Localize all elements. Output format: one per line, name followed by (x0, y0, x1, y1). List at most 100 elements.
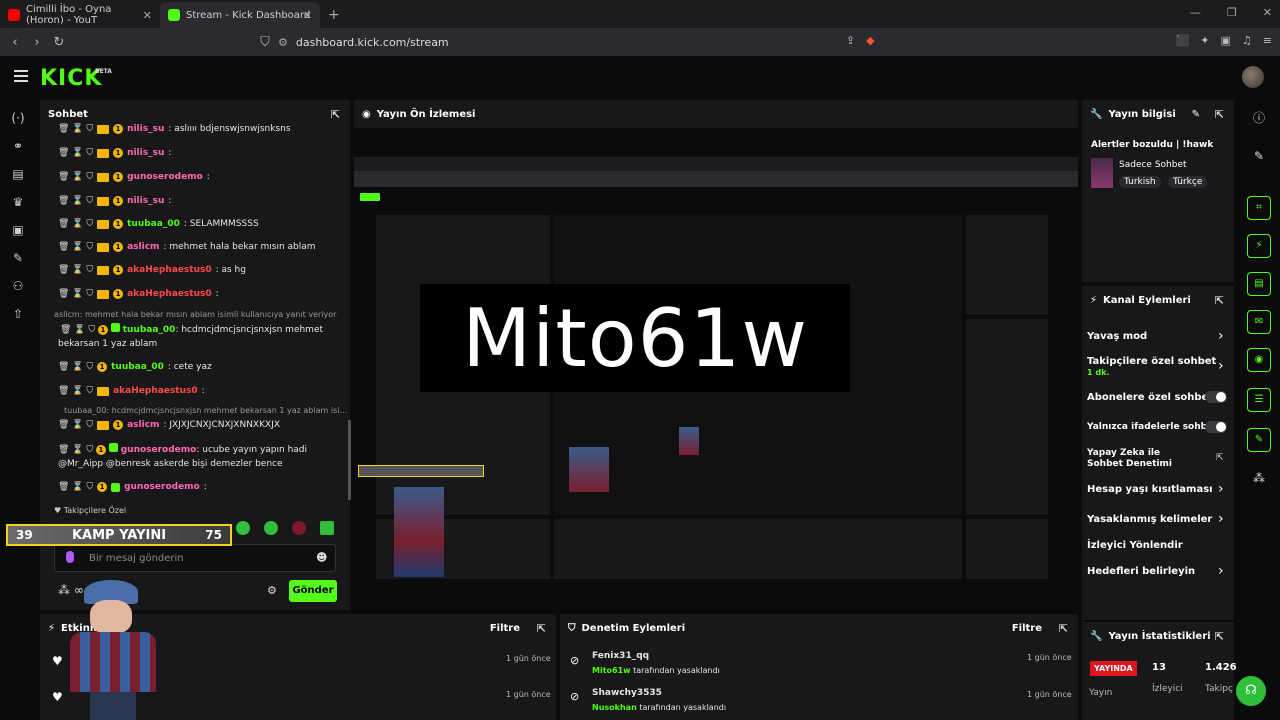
moderation-user[interactable]: Fenix31_qq (592, 651, 649, 661)
support-chat-icon[interactable]: ☊ (1236, 676, 1266, 706)
analytics-icon[interactable]: ▤ (0, 160, 36, 188)
link-icon[interactable]: ⚭ (0, 132, 36, 160)
chat-username[interactable]: nilis_su (127, 124, 164, 134)
new-tab-button[interactable]: + (320, 2, 348, 28)
popout-icon[interactable]: ⇱ (1215, 630, 1224, 643)
upload-icon[interactable]: ⇧ (0, 300, 36, 328)
puzzle-icon[interactable]: ✦ (1200, 34, 1209, 47)
reply-context: tuubaa_00: hcdmcjdmcjsncjsnxjsn mehmet b… (64, 406, 348, 415)
users-icon[interactable]: ⚇ (0, 272, 36, 300)
moderation-header: ⛉ Denetim Eylemleri Filtre ⇱ (560, 614, 1078, 642)
popout-icon[interactable]: ⇱ (331, 108, 340, 121)
banned-words-item[interactable]: Yasaklanmış kelimeler (1087, 514, 1212, 525)
bolt-icon[interactable]: ⚡ (1247, 234, 1271, 258)
site-info-icon[interactable]: ⚙ (278, 36, 288, 49)
chat-username[interactable]: aslicm (127, 242, 159, 252)
close-window-icon[interactable]: ✕ (1263, 6, 1272, 19)
message-mod-icons[interactable]: 🗑 ⌛ ⛉ (58, 265, 93, 275)
message-mod-icons[interactable]: 🗑 ⌛ ⛉ (58, 289, 93, 299)
chat-message: 🗑 ⌛ ⛉ 1 aslicm: JXJXJCNXJCNXJXNNXKXJX (58, 420, 280, 430)
chat-text: : mehmet hala bekar mısın ablam (163, 242, 316, 252)
account-age-item[interactable]: Hesap yaşı kısıtlaması (1087, 484, 1213, 495)
filter-button[interactable]: Filtre (1012, 623, 1042, 634)
brave-shield-icon[interactable]: ◆ (866, 34, 874, 47)
chat-message: 🗑 ⌛ ⛉ 1 gunoserodemo: ucube yayın yapın … (58, 443, 308, 469)
message-mod-icons[interactable]: 🗑 ⌛ ⛉ (58, 219, 93, 229)
popout-icon[interactable]: ⇱ (1059, 622, 1068, 635)
tab-kick-dashboard[interactable]: Stream - Kick Dashboard ✕ (160, 2, 320, 28)
sidebar-icon[interactable]: ▣ (1221, 34, 1231, 47)
message-mod-icons[interactable]: 🗑 ⌛ ⛉ (58, 196, 93, 206)
popout-icon[interactable]: ⇱ (1215, 108, 1224, 121)
tab-youtube[interactable]: Cimilli İbo - Oyna (Horon) - YouT ✕ (0, 2, 160, 28)
external-link-icon[interactable]: ⇱ (1216, 453, 1224, 463)
close-icon[interactable]: ✕ (303, 9, 312, 22)
chat-username[interactable]: tuubaa_00 (127, 219, 180, 229)
chevron-right-icon[interactable]: › (1218, 358, 1224, 374)
popout-icon[interactable]: ⇱ (537, 622, 546, 635)
apps-icon[interactable]: ⁂ (1247, 466, 1271, 490)
music-icon[interactable]: ♫ (1242, 34, 1252, 47)
minimize-icon[interactable]: — (1190, 6, 1201, 19)
notes-icon[interactable]: ▤ (1247, 272, 1271, 296)
settings-gear-icon[interactable]: ⚙ (267, 584, 277, 597)
ai-moderation-item[interactable]: Yapay Zeka ile Sohbet Denetimi (1087, 448, 1199, 470)
reload-icon[interactable]: ↻ (48, 35, 70, 50)
chat-input[interactable]: Bir mesaj gönderin (54, 544, 336, 572)
hamburger-menu-icon[interactable] (14, 70, 28, 82)
broadcast-icon[interactable]: ◉ (1247, 348, 1271, 372)
followers-chat-item[interactable]: Takipçilere özel sohbet (1087, 356, 1216, 367)
clip-icon[interactable]: ⌗ (1247, 196, 1271, 220)
chevron-right-icon[interactable]: › (1218, 563, 1224, 579)
chat-username[interactable]: akaHephaestus0 (127, 265, 211, 275)
message-mod-icons[interactable]: 🗑 ⌛ ⛉ (58, 172, 93, 182)
menu-icon[interactable]: ≡ (1263, 34, 1272, 47)
forward-icon[interactable]: › (26, 35, 48, 50)
share-icon[interactable]: ⇪ (846, 34, 855, 47)
wrench-icon[interactable]: ✎ (0, 244, 36, 272)
edit-icon[interactable]: ✎ (1192, 109, 1200, 120)
avatar[interactable] (1242, 66, 1264, 88)
mic-icon[interactable] (66, 551, 74, 563)
chat-icon[interactable]: ✉ (1247, 310, 1271, 334)
filter-button[interactable]: Filtre (490, 623, 520, 634)
emotes-only-toggle[interactable] (1205, 421, 1227, 433)
wrench-icon[interactable]: ✎ (1247, 428, 1271, 452)
tag[interactable]: Turkish (1119, 176, 1161, 188)
close-icon[interactable]: ✕ (143, 9, 152, 22)
message-mod-icons[interactable]: 🗑 ⌛ ⛉ (58, 124, 93, 134)
bookmark-icon[interactable]: ⛉ (254, 35, 276, 50)
message-mod-icons[interactable]: 🗑 ⌛ ⛉ (58, 148, 93, 158)
list-icon[interactable]: ☰ (1247, 388, 1271, 412)
info-icon[interactable]: ⓘ (1247, 106, 1271, 130)
kick-logo[interactable]: KICK (40, 66, 102, 91)
extension-icon[interactable]: ⬛ (1176, 34, 1190, 47)
chevron-right-icon[interactable]: › (1218, 481, 1224, 497)
chat-scrollbar[interactable] (348, 420, 351, 500)
set-targets-item[interactable]: Hedefleri belirleyin (1087, 566, 1195, 577)
broadcast-icon[interactable]: (·) (0, 104, 36, 132)
chat-username[interactable]: gunoserodemo (127, 172, 203, 182)
chat-username[interactable]: nilis_su (127, 196, 164, 206)
send-button[interactable]: Gönder (289, 580, 337, 602)
popout-icon[interactable]: ⇱ (1215, 294, 1224, 307)
edit-icon[interactable]: ✎ (1247, 144, 1271, 168)
video-icon[interactable]: ▣ (0, 216, 36, 244)
chat-username[interactable]: akaHephaestus0 (127, 289, 211, 299)
viewer-redirect-item[interactable]: İzleyici Yönlendir (1087, 540, 1183, 551)
chat-message: 🗑 ⌛ ⛉ 1 nilis_su: aslıııı bdjenswjsnwjsnks… (58, 124, 291, 134)
emoji-icon[interactable]: ☻ (316, 551, 327, 564)
slow-mode-item[interactable]: Yavaş mod (1087, 331, 1147, 342)
back-icon[interactable]: ‹ (4, 35, 26, 50)
moderation-user[interactable]: Shawchy3535 (592, 688, 662, 698)
trophy-icon[interactable]: ♛ (0, 188, 36, 216)
message-mod-icons[interactable]: 🗑 ⌛ ⛉ (58, 242, 93, 252)
chevron-right-icon[interactable]: › (1218, 328, 1224, 344)
chevron-right-icon[interactable]: › (1218, 511, 1224, 527)
subscribers-chat-toggle[interactable] (1205, 391, 1227, 403)
restore-icon[interactable]: ❐ (1227, 6, 1237, 19)
kick-icon (168, 9, 180, 21)
chat-username[interactable]: nilis_su (127, 148, 164, 158)
address-bar[interactable]: ⚙ dashboard.kick.com/stream (278, 32, 998, 52)
tag[interactable]: Türkçe (1168, 176, 1208, 188)
